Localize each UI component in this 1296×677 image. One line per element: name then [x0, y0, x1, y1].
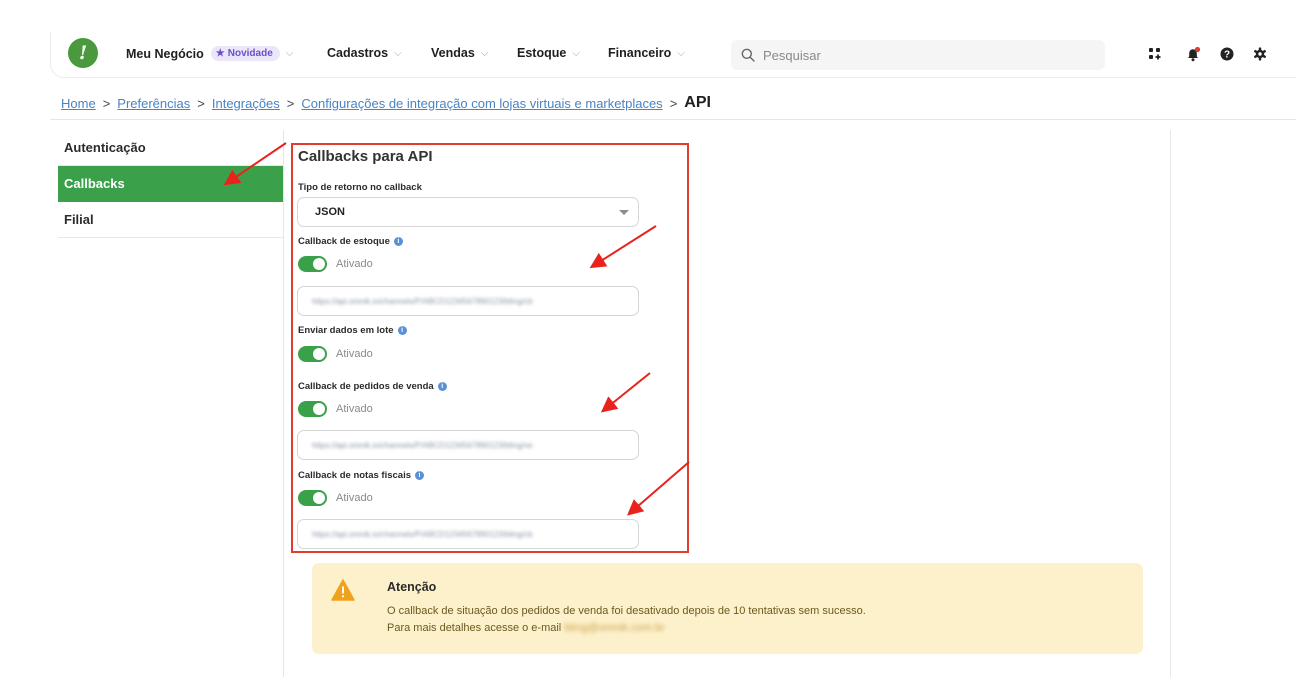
- stock-callback-url-input[interactable]: https://api.omnik.io/channels/P/ABCD1234…: [297, 286, 639, 316]
- nav-meu-negocio[interactable]: Meu Negócio ★ Novidade ⌵: [126, 46, 293, 61]
- settings-sidebar: Autenticação Callbacks Filial: [58, 130, 283, 238]
- top-bar: ! Meu Negócio ★ Novidade ⌵ Cadastros ⌵ V…: [50, 32, 1296, 78]
- breadcrumb-configuracoes[interactable]: Configurações de integração com lojas vi…: [301, 96, 662, 111]
- info-icon[interactable]: i: [397, 326, 407, 335]
- breadcrumb-home[interactable]: Home: [61, 96, 96, 111]
- breadcrumb-current: API: [684, 94, 711, 111]
- invoices-callback-toggle-label: Ativado: [336, 492, 373, 504]
- orders-callback-toggle-row: Ativado: [298, 401, 373, 417]
- warning-icon: [331, 579, 355, 601]
- stock-callback-label-text: Callback de estoque: [298, 236, 390, 247]
- info-icon[interactable]: i: [393, 237, 403, 246]
- stock-callback-toggle-label: Ativado: [336, 258, 373, 270]
- warning-line-2-text: Para mais detalhes acesse o e-mail: [387, 622, 562, 634]
- info-icon[interactable]: i: [437, 382, 447, 391]
- sidebar-item-label: Callbacks: [64, 176, 125, 191]
- batch-label-text: Enviar dados em lote: [298, 325, 394, 336]
- search-box[interactable]: [731, 40, 1105, 70]
- chevron-down-icon: ⌵: [572, 47, 580, 59]
- invoices-callback-toggle[interactable]: [298, 490, 327, 506]
- chevron-down-icon: ⌵: [285, 48, 294, 59]
- apps-grid-icon[interactable]: [1146, 45, 1164, 63]
- caret-down-icon: [619, 210, 629, 215]
- breadcrumb-separator-icon: >: [197, 95, 205, 111]
- batch-toggle-label: Ativado: [336, 348, 373, 360]
- stock-callback-toggle[interactable]: [298, 256, 327, 272]
- invoices-callback-label-text: Callback de notas fiscais: [298, 470, 411, 481]
- return-type-select[interactable]: JSON: [297, 197, 639, 227]
- batch-label: Enviar dados em lote i: [298, 325, 407, 336]
- breadcrumb: Home > Preferências > Integrações > Conf…: [61, 94, 711, 112]
- warning-email-link[interactable]: bling@omnik.com.br: [564, 622, 664, 634]
- warning-line-1: O callback de situação dos pedidos de ve…: [387, 605, 866, 617]
- info-icon[interactable]: i: [415, 471, 424, 480]
- nav-cadastros-label: Cadastros: [327, 46, 389, 60]
- breadcrumb-preferencias[interactable]: Preferências: [117, 96, 190, 111]
- search-input[interactable]: [763, 47, 1063, 63]
- invoices-callback-url-input[interactable]: https://api.omnik.io/channels/P/ABCD1234…: [297, 519, 639, 549]
- star-icon: ★: [215, 48, 225, 59]
- novidade-badge: ★ Novidade: [210, 46, 280, 61]
- nav-vendas[interactable]: Vendas ⌵: [431, 46, 488, 60]
- stock-callback-url: https://api.omnik.io/channels/P/ABCD1234…: [312, 296, 533, 306]
- warning-alert: Atenção O callback de situação dos pedid…: [312, 563, 1143, 654]
- invoices-callback-toggle-row: Ativado: [298, 490, 373, 506]
- return-type-value: JSON: [315, 206, 345, 218]
- nav-financeiro[interactable]: Financeiro ⌵: [608, 46, 685, 60]
- orders-callback-url: https://api.omnik.io/channels/P/ABCD1234…: [312, 440, 533, 450]
- orders-callback-toggle-label: Ativado: [336, 403, 373, 415]
- breadcrumb-separator-icon: >: [286, 95, 295, 111]
- orders-callback-toggle[interactable]: [298, 401, 327, 417]
- chevron-down-icon: ⌵: [480, 47, 489, 59]
- sidebar-item-callbacks[interactable]: Callbacks: [58, 166, 283, 202]
- help-icon[interactable]: ?: [1218, 45, 1236, 63]
- orders-callback-label-text: Callback de pedidos de venda: [298, 381, 434, 392]
- invoices-callback-url: https://api.omnik.io/channels/P/ABCD1234…: [312, 529, 533, 539]
- batch-toggle-row: Ativado: [298, 346, 373, 362]
- batch-toggle[interactable]: [298, 346, 327, 362]
- breadcrumb-separator-icon: >: [102, 95, 111, 111]
- bell-icon[interactable]: [1184, 45, 1202, 63]
- warning-title: Atenção: [387, 580, 437, 594]
- search-icon: [741, 48, 755, 62]
- sidebar-item-label: Filial: [64, 212, 94, 227]
- nav-estoque-label: Estoque: [517, 46, 567, 60]
- sidebar-item-filial[interactable]: Filial: [58, 202, 283, 238]
- return-type-label-text: Tipo de retorno no callback: [298, 182, 422, 193]
- novidade-badge-label: Novidade: [227, 48, 273, 59]
- warning-line-2: Para mais detalhes acesse o e-mail bling…: [387, 622, 665, 634]
- nav-estoque[interactable]: Estoque ⌵: [517, 46, 580, 60]
- nav-meu-negocio-label: Meu Negócio: [126, 46, 204, 61]
- nav-vendas-label: Vendas: [431, 46, 475, 60]
- return-type-label: Tipo de retorno no callback: [298, 182, 422, 193]
- app-logo[interactable]: !: [68, 38, 98, 68]
- orders-callback-label: Callback de pedidos de venda i: [298, 381, 447, 392]
- breadcrumb-separator-icon: >: [669, 95, 678, 111]
- stock-callback-toggle-row: Ativado: [298, 256, 373, 272]
- chevron-down-icon: ⌵: [394, 47, 402, 59]
- svg-text:?: ?: [1224, 50, 1230, 61]
- stock-callback-label: Callback de estoque i: [298, 236, 403, 247]
- sidebar-item-label: Autenticação: [64, 140, 146, 155]
- section-title: Callbacks para API: [298, 148, 433, 165]
- breadcrumb-integracoes[interactable]: Integrações: [212, 96, 280, 111]
- invoices-callback-label: Callback de notas fiscais i: [298, 470, 424, 481]
- chevron-down-icon: ⌵: [677, 47, 685, 59]
- divider: [50, 119, 1296, 120]
- nav-cadastros[interactable]: Cadastros ⌵: [327, 46, 402, 60]
- gear-icon[interactable]: [1251, 45, 1269, 63]
- orders-callback-url-input[interactable]: https://api.omnik.io/channels/P/ABCD1234…: [297, 430, 639, 460]
- nav-financeiro-label: Financeiro: [608, 46, 672, 60]
- sidebar-item-autenticacao[interactable]: Autenticação: [58, 130, 283, 166]
